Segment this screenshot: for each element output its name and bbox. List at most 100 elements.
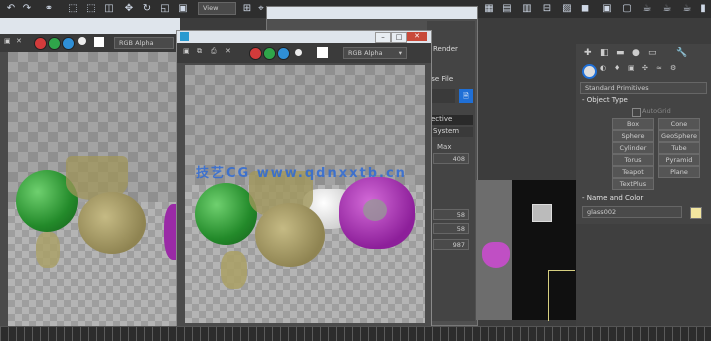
link-icon[interactable]: ⚭ xyxy=(42,1,56,15)
helpers-icon[interactable]: ✣ xyxy=(642,64,648,72)
render-window-left-titlebar xyxy=(0,18,180,34)
command-panel: ✚ ◧ ▬ ● ▭ 🔧 ◐ ♦ ▣ ✣ ≈ ⚙ Standard Primiti… xyxy=(576,44,711,340)
object-type-title: Object Type xyxy=(586,96,628,104)
tab-effective[interactable]: ective xyxy=(427,115,473,125)
tube-button[interactable]: Tube xyxy=(658,142,700,154)
time-track-bar[interactable] xyxy=(0,326,711,341)
cylinder-button-label: Cylinder xyxy=(619,144,647,152)
teapot-button-label: Teapot xyxy=(622,168,644,176)
shapes-icon[interactable]: ◐ xyxy=(600,64,606,72)
name-color-header[interactable]: - Name and Color xyxy=(582,194,643,202)
blue-channel-toggle[interactable] xyxy=(277,47,290,60)
viewport-perspective[interactable] xyxy=(476,180,576,321)
create-tab-icon[interactable]: ✚ xyxy=(584,48,592,58)
pivot-icon[interactable]: ⊞ xyxy=(240,1,254,15)
material-editor-icon[interactable]: ▨ xyxy=(560,1,574,15)
maximize-icon[interactable]: □ xyxy=(391,32,407,43)
render-image-left xyxy=(8,52,180,340)
green-channel-toggle[interactable] xyxy=(263,47,276,60)
channel-dropdown-front-label: RGB Alpha xyxy=(348,49,383,57)
render-window-left: ▣ ✕ RGB Alpha xyxy=(0,18,180,340)
save-file-button[interactable]: 🗎 xyxy=(459,89,473,103)
redo-icon[interactable]: ↷ xyxy=(20,1,34,15)
torus-button[interactable]: Torus xyxy=(612,154,654,166)
minimize-icon[interactable]: – xyxy=(375,32,391,43)
place-icon[interactable]: ▣ xyxy=(176,1,190,15)
systems-icon[interactable]: ⚙ xyxy=(670,64,676,72)
primitive-type-dropdown[interactable]: Standard Primitives xyxy=(580,82,707,94)
field-2-value: 58 xyxy=(456,225,465,233)
select-window-icon[interactable]: ◫ xyxy=(102,1,116,15)
monochrome-toggle[interactable] xyxy=(94,37,104,47)
spacewarps-icon[interactable]: ≈ xyxy=(656,64,662,72)
red-channel-toggle[interactable] xyxy=(34,37,47,50)
alpha-toggle[interactable] xyxy=(295,49,302,56)
sphere-button[interactable]: Sphere xyxy=(612,130,654,142)
alpha-toggle[interactable] xyxy=(78,37,86,45)
channel-dropdown-front[interactable]: RGB Alpha ▾ xyxy=(343,47,407,59)
tab-system[interactable]: System xyxy=(427,127,473,137)
autogrid-checkbox[interactable] xyxy=(632,108,641,117)
channel-dropdown-left[interactable]: RGB Alpha xyxy=(114,37,174,49)
scale-icon[interactable]: ◱ xyxy=(158,1,172,15)
green-channel-toggle[interactable] xyxy=(48,37,61,50)
watermark: 技艺CG www.qdnxxtb.cn xyxy=(196,162,536,181)
rendered-frame-icon[interactable]: ▢ xyxy=(620,1,634,15)
box-button-label: Box xyxy=(626,120,640,128)
align-icon[interactable]: ▦ xyxy=(482,1,496,15)
display-tab-icon[interactable]: ▭ xyxy=(648,48,657,58)
hierarchy-tab-icon[interactable]: ▬ xyxy=(616,48,625,58)
textplus-button[interactable]: TextPlus xyxy=(612,178,654,190)
red-channel-toggle[interactable] xyxy=(249,47,262,60)
object-type-header[interactable]: - Object Type xyxy=(582,96,628,104)
geosphere-button[interactable]: GeoSphere xyxy=(658,130,700,142)
render-icon[interactable]: ☕ xyxy=(640,1,654,15)
copy-image-icon[interactable]: ✕ xyxy=(16,37,22,45)
render-button-label[interactable]: Render xyxy=(433,45,458,53)
render-window-front-titlebar: – □ ✕ xyxy=(177,31,431,43)
lights-icon[interactable]: ♦ xyxy=(614,64,620,72)
save-image-icon[interactable]: ▣ xyxy=(183,47,190,55)
primitive-type-dropdown-label: Standard Primitives xyxy=(585,84,649,92)
viewport-gizmo-icon xyxy=(532,204,552,222)
field-2[interactable]: 58 xyxy=(433,223,469,234)
monochrome-toggle[interactable] xyxy=(317,47,328,58)
clone-window-icon[interactable]: ⧉ xyxy=(197,47,202,56)
move-icon[interactable]: ✥ xyxy=(122,1,136,15)
pyramid-button[interactable]: Pyramid xyxy=(658,154,700,166)
plane-button[interactable]: Plane xyxy=(658,166,700,178)
save-image-icon[interactable]: ▣ xyxy=(4,37,11,45)
object-color-swatch[interactable] xyxy=(690,207,702,219)
geometry-icon[interactable] xyxy=(582,64,597,79)
toolbar-extra-icon[interactable]: ▮ xyxy=(696,1,710,15)
schematic-icon[interactable]: ⊟ xyxy=(540,1,554,15)
curve-editor-icon[interactable]: ▥ xyxy=(520,1,534,15)
utilities-tab-icon[interactable]: 🔧 xyxy=(676,48,687,58)
rotate-icon[interactable]: ↻ xyxy=(140,1,154,15)
select-region-icon[interactable]: ⬚ xyxy=(66,1,80,15)
field-1[interactable]: 58 xyxy=(433,209,469,220)
print-icon[interactable]: ⎙ xyxy=(211,47,217,56)
cone-button[interactable]: Cone xyxy=(658,118,700,130)
material-browser-icon[interactable]: ◼ xyxy=(578,1,592,15)
cylinder-button[interactable]: Cylinder xyxy=(612,142,654,154)
field-3[interactable]: 987 xyxy=(433,239,469,250)
clear-icon[interactable]: ✕ xyxy=(225,47,231,55)
teapot-button[interactable]: Teapot xyxy=(612,166,654,178)
cameras-icon[interactable]: ▣ xyxy=(628,64,635,72)
undo-icon[interactable]: ↶ xyxy=(4,1,18,15)
render-setup-icon[interactable]: ▣ xyxy=(600,1,614,15)
motion-tab-icon[interactable]: ● xyxy=(632,48,640,58)
select-object-icon[interactable]: ⬚ xyxy=(84,1,98,15)
blue-channel-toggle[interactable] xyxy=(62,37,75,50)
render-active-icon[interactable]: ☕ xyxy=(660,1,674,15)
sphere-button-label: Sphere xyxy=(621,132,645,140)
max-label: Max xyxy=(437,143,452,151)
modify-tab-icon[interactable]: ◧ xyxy=(600,48,609,58)
teapot-icon[interactable]: ☕ xyxy=(680,1,694,15)
close-icon[interactable]: ✕ xyxy=(407,32,427,41)
box-button[interactable]: Box xyxy=(612,118,654,130)
scene-explorer-icon[interactable]: ▤ xyxy=(500,1,514,15)
object-name-input[interactable]: glass002 xyxy=(582,206,682,218)
view-dropdown[interactable]: View xyxy=(198,2,236,15)
